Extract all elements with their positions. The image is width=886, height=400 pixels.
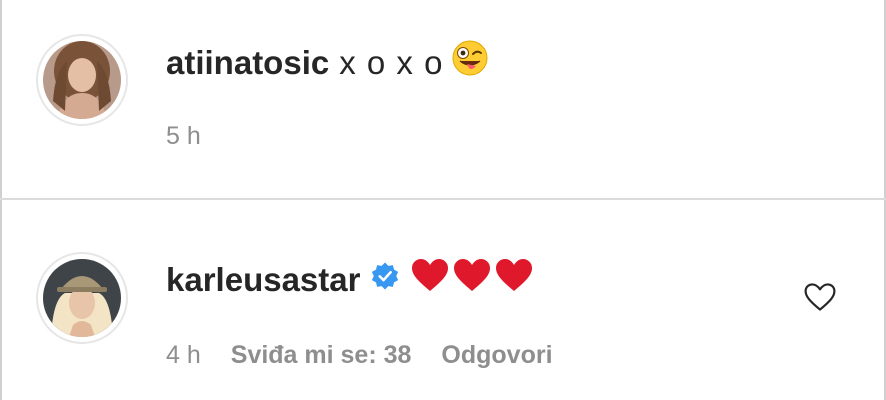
comment-meta: 5 h: [166, 122, 231, 151]
hearts-group: [410, 257, 536, 302]
heart-outline-icon: [804, 283, 836, 311]
red-heart-icon: [410, 257, 450, 302]
comment-line: atiinatosic x o x o: [166, 39, 489, 89]
timestamp: 4 h: [166, 341, 201, 369]
comment-text: x o x o: [339, 44, 444, 82]
red-heart-icon: [452, 257, 492, 302]
avatar-photo: [43, 259, 121, 337]
likes-count-link[interactable]: Sviđa mi se: 38: [231, 341, 412, 369]
comment-meta: 4 h Sviđa mi se: 38 Odgovori: [166, 341, 583, 370]
avatar[interactable]: [36, 34, 128, 126]
avatar-photo: [43, 41, 121, 119]
username-link[interactable]: karleusastar: [166, 261, 360, 298]
comment-item: karleusastar 4 h Sviđa mi se: 38 Odgovori: [0, 200, 886, 400]
like-comment-button[interactable]: [802, 280, 838, 314]
timestamp: 5 h: [166, 122, 201, 150]
reply-button[interactable]: Odgovori: [441, 341, 552, 369]
username-link[interactable]: atiinatosic: [166, 44, 329, 81]
verified-badge-icon: [370, 260, 400, 300]
avatar[interactable]: [36, 252, 128, 344]
red-heart-icon: [494, 257, 534, 302]
winking-tongue-emoji-icon: [451, 39, 489, 86]
comment-item: atiinatosic x o x o 5 h: [0, 0, 886, 198]
comment-line: karleusastar: [166, 257, 536, 305]
